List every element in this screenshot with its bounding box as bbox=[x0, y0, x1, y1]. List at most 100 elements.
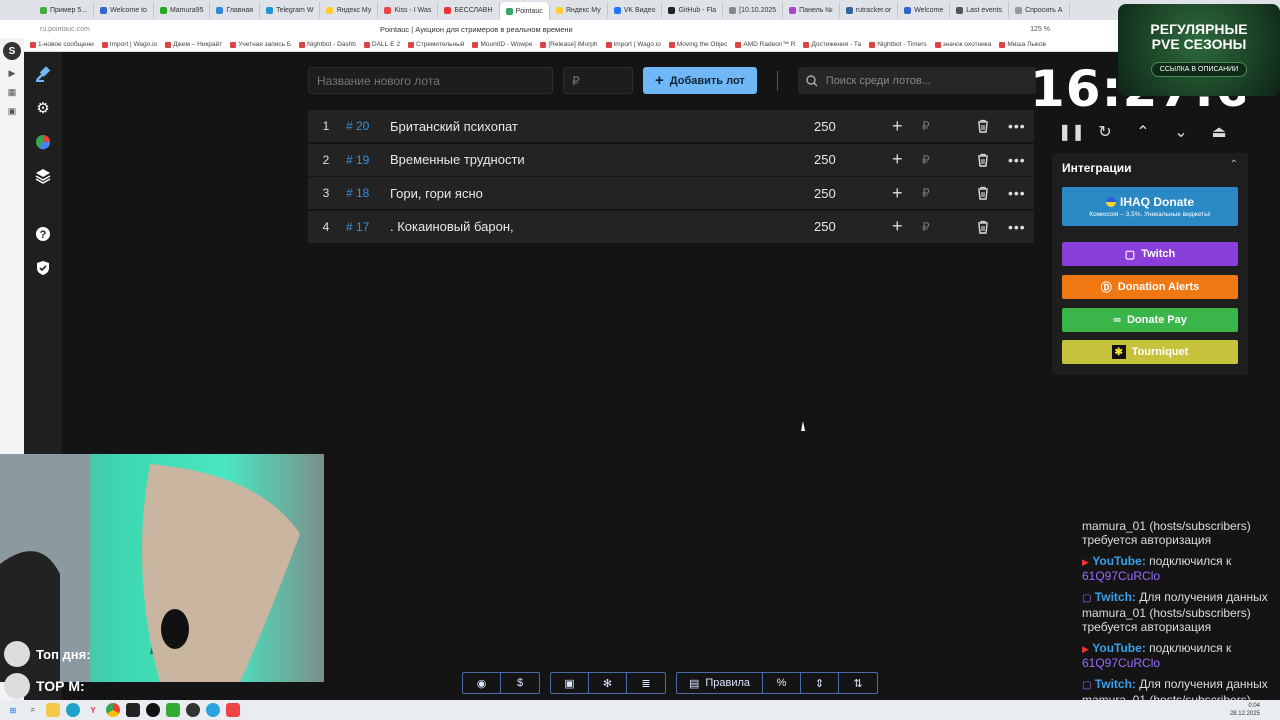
more-options-icon[interactable]: ••• bbox=[1008, 152, 1026, 168]
bookmark[interactable]: Джем – Никрайт bbox=[165, 41, 222, 48]
add-amount-icon[interactable]: + bbox=[892, 116, 903, 137]
file-explorer-icon[interactable] bbox=[46, 703, 60, 717]
more-options-icon[interactable]: ••• bbox=[1008, 185, 1026, 201]
app-icon[interactable] bbox=[186, 703, 200, 717]
obs-icon[interactable] bbox=[146, 703, 160, 717]
bookmark[interactable]: AMD Radeon™ R bbox=[735, 41, 795, 48]
lot-name[interactable]: Гори, гори ясно bbox=[390, 186, 814, 201]
browser-tab[interactable]: Last events bbox=[950, 2, 1010, 18]
add-amount-icon[interactable]: + bbox=[892, 216, 903, 237]
new-lot-name-input[interactable] bbox=[308, 67, 553, 94]
tourniquet-button[interactable]: ✱ Tourniquet bbox=[1062, 340, 1238, 364]
add-amount-icon[interactable]: + bbox=[892, 183, 903, 204]
browser-tab[interactable]: БЕССЛАВН bbox=[438, 2, 500, 18]
play-icon[interactable]: ▶ bbox=[9, 68, 16, 79]
lot-currency[interactable]: ₽ bbox=[922, 153, 930, 167]
help-icon[interactable]: ? bbox=[33, 224, 53, 244]
bookmark[interactable]: значок охотника bbox=[934, 41, 991, 48]
lot-amount[interactable]: 250 bbox=[814, 119, 874, 134]
more-options-icon[interactable]: ••• bbox=[1008, 118, 1026, 134]
split-icon[interactable]: ⇕ bbox=[801, 673, 839, 693]
lot-name[interactable]: Британский психопат bbox=[390, 119, 814, 134]
zoom-level[interactable]: 125 % bbox=[1030, 26, 1050, 33]
lot-search-input[interactable]: Поиск среди лотов... bbox=[797, 67, 1036, 94]
browser-tab[interactable]: Яндекс Му bbox=[550, 2, 608, 18]
reset-icon[interactable]: ↻ bbox=[1096, 122, 1114, 142]
edge-icon[interactable] bbox=[66, 703, 80, 717]
bug-icon[interactable]: ✻ bbox=[589, 673, 627, 693]
bookmark[interactable]: 1-новое сообщени bbox=[30, 41, 94, 48]
bookmark[interactable]: Moving the Objec bbox=[668, 41, 727, 48]
bookmark[interactable]: MountID - Wowpe bbox=[472, 41, 532, 48]
bookmark[interactable]: Nightbot - Dashb bbox=[299, 41, 356, 48]
browser-tab[interactable]: VK Видео bbox=[608, 2, 663, 18]
bookmark[interactable]: Стремительный bbox=[408, 41, 464, 48]
browser-tab[interactable]: Kiss - I Was bbox=[378, 2, 439, 18]
lot-amount[interactable]: 250 bbox=[814, 186, 874, 201]
chevron-up-icon[interactable]: ⌃ bbox=[1134, 122, 1152, 142]
sort-icon[interactable]: ⇅ bbox=[839, 673, 877, 693]
bookmark[interactable]: Учетная запись Б bbox=[230, 41, 291, 48]
bookmark[interactable]: Достижения - Та bbox=[803, 41, 861, 48]
browser-tab[interactable]: Welcome to bbox=[94, 2, 154, 18]
browser-tab[interactable]: Яндекс Му bbox=[320, 2, 379, 18]
layers-icon[interactable] bbox=[33, 166, 53, 186]
more-options-icon[interactable]: ••• bbox=[1008, 219, 1026, 235]
browser-tab[interactable]: Спросить А bbox=[1009, 2, 1070, 18]
lot-currency[interactable]: ₽ bbox=[922, 119, 930, 133]
telegram-icon[interactable] bbox=[206, 703, 220, 717]
lot-name[interactable]: . Кокаиновый барон, bbox=[390, 219, 814, 234]
url-field[interactable]: ru.pointauc.com bbox=[40, 26, 380, 33]
browser-tab[interactable]: Mamura95 bbox=[154, 2, 211, 18]
trash-icon[interactable] bbox=[976, 119, 990, 133]
image-icon[interactable]: ▣ bbox=[8, 106, 17, 117]
trash-icon[interactable] bbox=[976, 220, 990, 234]
browser-tab[interactable]: Pointauc bbox=[499, 2, 550, 20]
bookmark[interactable]: DALL·E 2 bbox=[363, 41, 400, 48]
browser-tab[interactable]: GitHub - Fla bbox=[662, 2, 724, 18]
new-lot-price-input[interactable] bbox=[563, 67, 633, 94]
auction-hammer-icon[interactable] bbox=[33, 64, 53, 84]
pie-chart-icon[interactable] bbox=[33, 132, 53, 152]
save-icon[interactable]: ▣ bbox=[551, 673, 589, 693]
bookmark[interactable]: Import | Wago.io bbox=[605, 41, 661, 48]
browser-tab[interactable]: rutracker.or bbox=[840, 2, 899, 18]
windows-start-icon[interactable]: ⊞ bbox=[6, 703, 20, 717]
browser-tab[interactable]: Главная bbox=[210, 2, 261, 18]
donate-pay-button[interactable]: ∞ Donate Pay bbox=[1062, 308, 1238, 332]
browser-tab[interactable]: Welcome bbox=[898, 2, 951, 18]
donation-alerts-button[interactable]: Ⓓ Donation Alerts bbox=[1062, 275, 1238, 299]
shield-icon[interactable] bbox=[33, 258, 53, 278]
chevron-up-icon[interactable]: ⌃ bbox=[1230, 159, 1238, 170]
avatar[interactable]: S bbox=[3, 42, 21, 60]
search-icon[interactable]: ⌕ bbox=[26, 703, 40, 717]
twitch-button[interactable]: ▢ Twitch bbox=[1062, 242, 1238, 266]
lot-amount[interactable]: 250 bbox=[814, 219, 874, 234]
lot-amount[interactable]: 250 bbox=[814, 152, 874, 167]
add-amount-icon[interactable]: + bbox=[892, 149, 903, 170]
github-icon[interactable]: ◉ bbox=[463, 673, 501, 693]
app-icon[interactable] bbox=[226, 703, 240, 717]
lot-currency[interactable]: ₽ bbox=[922, 220, 930, 234]
browser-tab[interactable]: Панель № bbox=[783, 2, 840, 18]
gear-icon[interactable]: ⚙ bbox=[33, 98, 53, 118]
bookmark[interactable]: Миша Лыков bbox=[999, 41, 1046, 48]
bookmark[interactable]: [Release] iMorph bbox=[540, 41, 598, 48]
lot-name[interactable]: Временные трудности bbox=[390, 152, 814, 167]
ihaq-donate-button[interactable]: IHAQ Donate Комиссия – 3,5%. Уникальные … bbox=[1062, 187, 1238, 226]
calendar-icon[interactable]: ▦ bbox=[8, 87, 17, 98]
dollar-icon[interactable]: $ bbox=[501, 673, 539, 693]
clear-list-icon[interactable]: ≣ bbox=[627, 673, 665, 693]
trash-icon[interactable] bbox=[976, 186, 990, 200]
browser-tab[interactable]: [10.10.2025 bbox=[723, 2, 784, 18]
chrome-icon[interactable] bbox=[106, 703, 120, 717]
pause-icon[interactable]: ❚❚ bbox=[1058, 122, 1085, 142]
trash-icon[interactable] bbox=[976, 153, 990, 167]
app-icon[interactable] bbox=[166, 703, 180, 717]
bookmark[interactable]: Nightbot - Timers bbox=[869, 41, 927, 48]
app-icon[interactable] bbox=[126, 703, 140, 717]
bookmark[interactable]: Import | Wago.io bbox=[101, 41, 157, 48]
add-lot-button[interactable]: + Добавить лот bbox=[643, 67, 757, 94]
eject-icon[interactable]: ⏏ bbox=[1210, 122, 1228, 142]
percent-button[interactable]: % bbox=[763, 673, 801, 693]
